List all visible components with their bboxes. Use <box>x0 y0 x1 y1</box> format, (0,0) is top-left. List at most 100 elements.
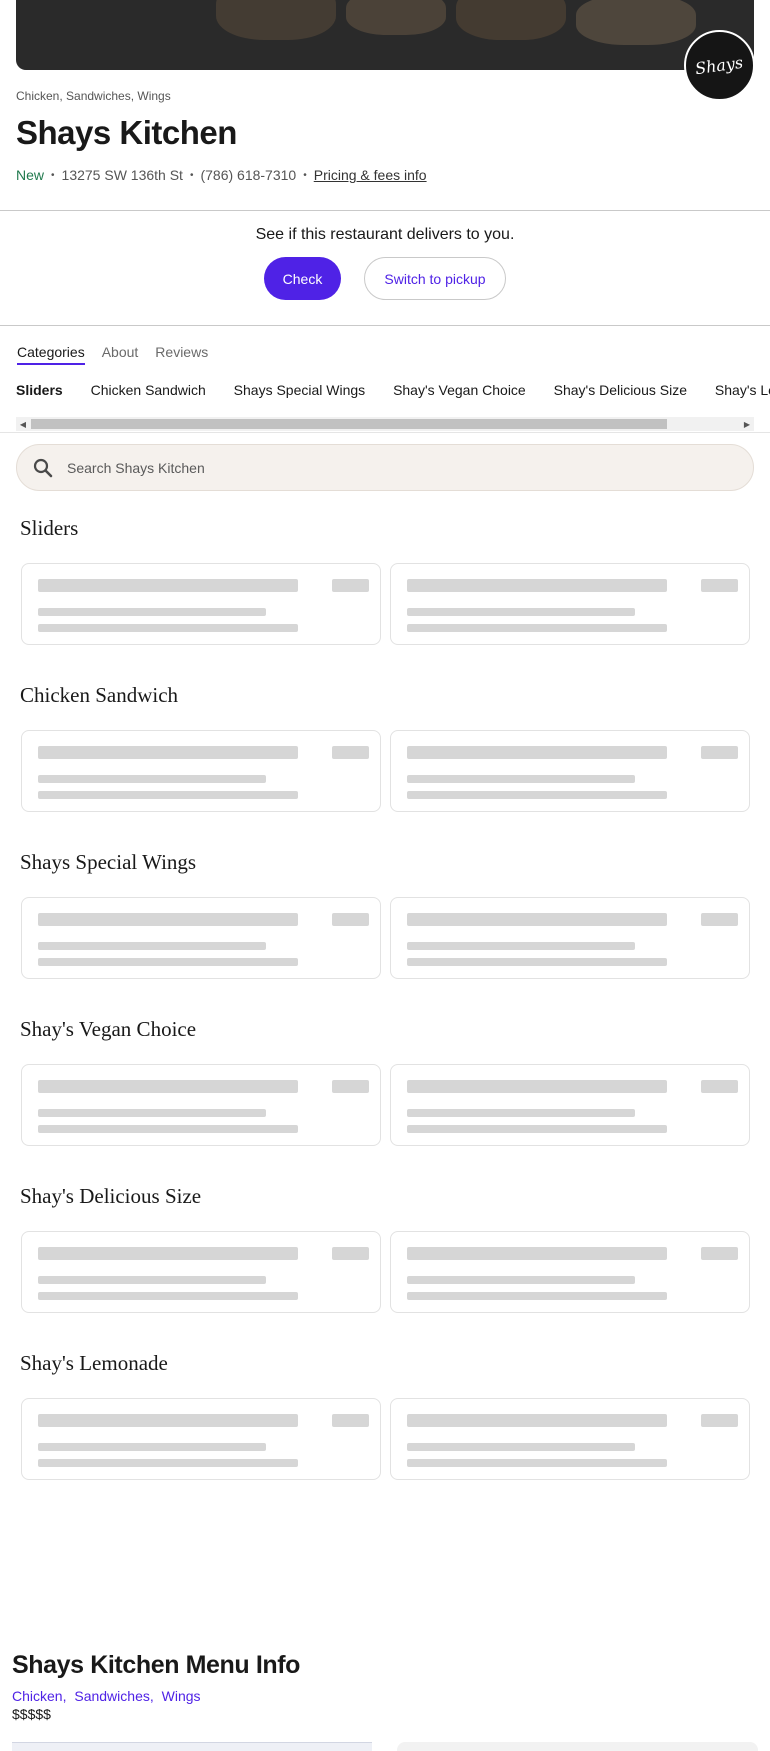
skeleton-item-price <box>332 1247 369 1260</box>
category-nav: Sliders Chicken Sandwich Shays Special W… <box>16 382 770 398</box>
scroll-right-icon[interactable]: ▶ <box>740 417 754 431</box>
skeleton-item-name <box>38 746 298 759</box>
phone-number[interactable]: (786) 618-7310 <box>200 167 296 183</box>
category-link-delicious-size[interactable]: Shay's Delicious Size <box>554 382 687 398</box>
menu-item-skeleton-card[interactable] <box>21 897 381 979</box>
skeleton-item-line <box>407 1125 667 1133</box>
category-link-chicken-sandwich[interactable]: Chicken Sandwich <box>91 382 206 398</box>
restaurant-logo: Shays <box>684 30 755 101</box>
section-title: Shays Special Wings <box>20 850 197 874</box>
menu-item-skeleton-card[interactable] <box>390 563 750 645</box>
switch-to-pickup-button[interactable]: Switch to pickup <box>364 257 506 300</box>
hero-image <box>16 0 754 70</box>
skeleton-item-line <box>38 775 266 783</box>
menu-item-skeleton-card[interactable] <box>21 1064 381 1146</box>
map-preview[interactable] <box>12 1742 372 1751</box>
delivery-prompt: See if this restaurant delivers to you. <box>255 226 515 243</box>
section-title: Shay's Vegan Choice <box>20 1017 197 1041</box>
menu-item-skeleton-card[interactable] <box>390 1064 750 1146</box>
menu-item-skeleton-card[interactable] <box>390 897 750 979</box>
skeleton-item-price <box>332 1080 369 1093</box>
restaurant-meta: New • 13275 SW 136th St • (786) 618-7310… <box>16 167 427 183</box>
menu-item-skeleton-card[interactable] <box>390 1398 750 1480</box>
skeleton-item-name <box>38 1414 298 1427</box>
price-range: $$$$$ <box>12 1706 51 1722</box>
skeleton-item-line <box>38 942 266 950</box>
skeleton-item-line <box>38 1292 298 1300</box>
skeleton-item-line <box>407 1443 635 1451</box>
skeleton-item-name <box>407 1247 667 1260</box>
skeleton-item-price <box>332 579 369 592</box>
info-card-preview <box>397 1742 758 1751</box>
skeleton-item-line <box>407 1292 667 1300</box>
section-title: Sliders <box>20 516 79 540</box>
skeleton-item-price <box>701 1414 738 1427</box>
menu-item-skeleton-card[interactable] <box>21 730 381 812</box>
menu-item-skeleton-card[interactable] <box>390 730 750 812</box>
menu-info-categories: Chicken, Sandwiches, Wings <box>12 1688 205 1704</box>
skeleton-item-line <box>407 1276 635 1284</box>
skeleton-item-name <box>38 1247 298 1260</box>
menu-info-category-link[interactable]: Chicken, <box>12 1688 66 1704</box>
skeleton-item-price <box>701 1247 738 1260</box>
skeleton-item-line <box>407 775 635 783</box>
skeleton-item-name <box>407 1414 667 1427</box>
scrollbar-thumb[interactable] <box>31 419 667 429</box>
address: 13275 SW 136th St <box>61 167 183 183</box>
menu-item-skeleton-card[interactable] <box>21 1231 381 1313</box>
tab-categories[interactable]: Categories <box>17 344 85 365</box>
menu-item-skeleton-card[interactable] <box>21 563 381 645</box>
menu-item-skeleton-card[interactable] <box>390 1231 750 1313</box>
skeleton-item-line <box>38 791 298 799</box>
skeleton-item-line <box>407 791 667 799</box>
menu-item-skeleton-card[interactable] <box>21 1398 381 1480</box>
skeleton-item-name <box>407 913 667 926</box>
skeleton-item-line <box>407 1109 635 1117</box>
new-badge: New <box>16 167 45 183</box>
search-icon <box>33 458 53 477</box>
skeleton-item-name <box>38 1080 298 1093</box>
skeleton-item-name <box>38 913 298 926</box>
skeleton-item-line <box>38 624 298 632</box>
skeleton-item-price <box>332 1414 369 1427</box>
section-title: Chicken Sandwich <box>20 683 179 707</box>
separator-dot: • <box>303 169 307 181</box>
tab-about[interactable]: About <box>102 344 139 365</box>
category-link-special-wings[interactable]: Shays Special Wings <box>234 382 366 398</box>
category-link-sliders[interactable]: Sliders <box>16 382 63 398</box>
skeleton-item-price <box>701 1080 738 1093</box>
scroll-left-icon[interactable]: ◀ <box>16 417 30 431</box>
pricing-fees-link[interactable]: Pricing & fees info <box>314 167 427 183</box>
skeleton-item-price <box>701 579 738 592</box>
menu-info-category-link[interactable]: Wings <box>162 1688 201 1704</box>
menu-info-category-link[interactable]: Sandwiches, <box>74 1688 153 1704</box>
divider <box>0 325 770 326</box>
skeleton-item-name <box>38 579 298 592</box>
tab-reviews[interactable]: Reviews <box>155 344 208 365</box>
skeleton-item-line <box>407 942 635 950</box>
skeleton-item-price <box>332 746 369 759</box>
skeleton-item-line <box>407 608 635 616</box>
skeleton-item-line <box>407 624 667 632</box>
divider <box>0 210 770 211</box>
category-link-lemonade[interactable]: Shay's Lemonade <box>715 382 770 398</box>
category-link-vegan-choice[interactable]: Shay's Vegan Choice <box>393 382 526 398</box>
separator-dot: • <box>189 169 194 181</box>
skeleton-item-price <box>701 913 738 926</box>
check-button[interactable]: Check <box>264 257 341 300</box>
category-scrollbar[interactable]: ◀ ▶ <box>16 417 754 431</box>
skeleton-item-line <box>38 1125 298 1133</box>
section-title: Shay's Lemonade <box>20 1351 168 1375</box>
info-tabs: Categories About Reviews <box>17 344 208 365</box>
skeleton-item-line <box>38 1459 298 1467</box>
skeleton-item-price <box>332 913 369 926</box>
divider <box>0 432 770 433</box>
section-title: Shay's Delicious Size <box>20 1184 202 1208</box>
separator-dot: • <box>51 169 55 181</box>
menu-info-title: Shays Kitchen Menu Info <box>12 1651 301 1679</box>
skeleton-item-name <box>407 579 667 592</box>
cuisine-line: Chicken, Sandwiches, Wings <box>16 89 171 103</box>
menu-search-bar[interactable] <box>16 444 754 491</box>
logo-script: Shays <box>694 52 745 79</box>
search-input[interactable] <box>67 459 667 476</box>
